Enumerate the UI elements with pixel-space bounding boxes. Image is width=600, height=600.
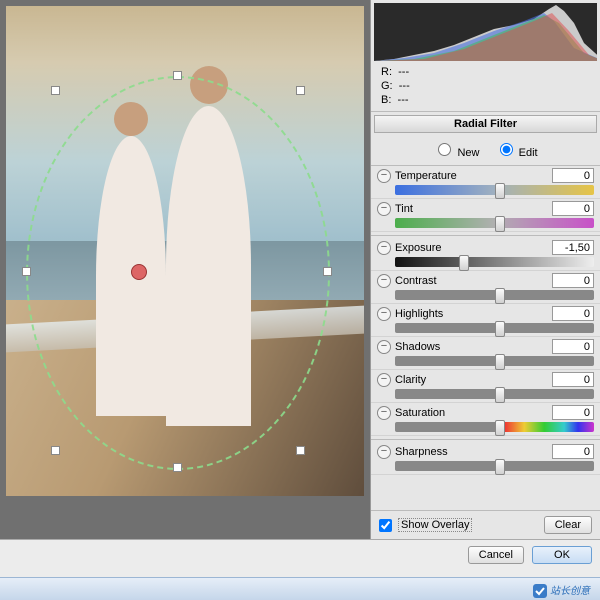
slider-label: Exposure	[395, 242, 548, 254]
photo-subject	[96, 136, 166, 416]
slider-track[interactable]	[395, 218, 594, 228]
slider-thumb[interactable]	[495, 387, 505, 403]
slider-thumb[interactable]	[495, 216, 505, 232]
slider-row-contrast: − Contrast	[371, 271, 600, 304]
show-overlay-checkbox[interactable]	[379, 519, 392, 532]
slider-row-highlights: − Highlights	[371, 304, 600, 337]
handle-top[interactable]	[173, 71, 182, 80]
collapse-icon[interactable]: −	[377, 340, 391, 354]
ok-button[interactable]: OK	[532, 546, 592, 564]
slider-value-input[interactable]	[552, 240, 594, 255]
slider-label: Shadows	[395, 341, 548, 353]
handle-bottom-left[interactable]	[51, 446, 60, 455]
image-canvas[interactable]	[6, 6, 364, 496]
slider-label: Clarity	[395, 374, 548, 386]
radio-new[interactable]: New	[433, 147, 479, 159]
photo-subject	[166, 106, 251, 426]
handle-bottom[interactable]	[173, 463, 182, 472]
slider-track[interactable]	[395, 290, 594, 300]
slider-value-input[interactable]	[552, 405, 594, 420]
slider-value-input[interactable]	[552, 201, 594, 216]
slider-thumb[interactable]	[495, 288, 505, 304]
slider-row-shadows: − Shadows	[371, 337, 600, 370]
mode-radios: New Edit	[371, 136, 600, 165]
adjustments-panel: 思缘设计论坛 WWW.MISSYUAN.COM R: --- G: --- B:…	[370, 0, 600, 539]
filter-pin[interactable]	[131, 264, 147, 280]
slider-row-tint: − Tint	[371, 199, 600, 232]
clear-button[interactable]: Clear	[544, 516, 592, 534]
slider-value-input[interactable]	[552, 273, 594, 288]
slider-value-input[interactable]	[552, 339, 594, 354]
slider-label: Tint	[395, 203, 548, 215]
handle-right[interactable]	[323, 267, 332, 276]
radio-edit[interactable]: Edit	[495, 147, 538, 159]
slider-track[interactable]	[395, 461, 594, 471]
slider-thumb[interactable]	[495, 183, 505, 199]
slider-row-sharpness: − Sharpness	[371, 439, 600, 475]
show-overlay-label: Show Overlay	[398, 518, 472, 532]
collapse-icon[interactable]: −	[377, 169, 391, 183]
slider-thumb[interactable]	[495, 420, 505, 436]
slider-row-exposure: − Exposure	[371, 235, 600, 271]
slider-label: Sharpness	[395, 446, 548, 458]
slider-value-input[interactable]	[552, 306, 594, 321]
section-title: Radial Filter	[374, 115, 597, 133]
slider-thumb[interactable]	[495, 321, 505, 337]
collapse-icon[interactable]: −	[377, 202, 391, 216]
handle-top-left[interactable]	[51, 86, 60, 95]
histogram[interactable]	[374, 3, 597, 61]
taskbar: 站长创意	[0, 577, 600, 600]
slider-row-clarity: − Clarity	[371, 370, 600, 403]
slider-track[interactable]	[395, 185, 594, 195]
slider-track[interactable]	[395, 389, 594, 399]
cancel-button[interactable]: Cancel	[468, 546, 524, 564]
slider-value-input[interactable]	[552, 168, 594, 183]
collapse-icon[interactable]: −	[377, 373, 391, 387]
slider-row-saturation: − Saturation	[371, 403, 600, 436]
slider-label: Contrast	[395, 275, 548, 287]
slider-track[interactable]	[395, 356, 594, 366]
handle-bottom-right[interactable]	[296, 446, 305, 455]
slider-thumb[interactable]	[495, 459, 505, 475]
slider-row-temperature: − Temperature	[371, 166, 600, 199]
slider-label: Highlights	[395, 308, 548, 320]
collapse-icon[interactable]: −	[377, 307, 391, 321]
site-badge: 站长创意	[533, 582, 590, 598]
collapse-icon[interactable]: −	[377, 241, 391, 255]
slider-track[interactable]	[395, 422, 594, 432]
slider-track[interactable]	[395, 257, 594, 267]
slider-track[interactable]	[395, 323, 594, 333]
canvas-area[interactable]	[0, 0, 370, 539]
rgb-readout: R: --- G: --- B: ---	[371, 61, 600, 112]
collapse-icon[interactable]: −	[377, 445, 391, 459]
sliders-group: − Temperature − Tint − Exposure − Contra…	[371, 165, 600, 510]
slider-thumb[interactable]	[495, 354, 505, 370]
dialog-footer: Cancel OK	[0, 539, 600, 577]
slider-label: Temperature	[395, 170, 548, 182]
slider-label: Saturation	[395, 407, 548, 419]
slider-thumb[interactable]	[459, 255, 469, 271]
collapse-icon[interactable]: −	[377, 406, 391, 420]
slider-value-input[interactable]	[552, 444, 594, 459]
handle-top-right[interactable]	[296, 86, 305, 95]
collapse-icon[interactable]: −	[377, 274, 391, 288]
slider-value-input[interactable]	[552, 372, 594, 387]
handle-left[interactable]	[22, 267, 31, 276]
